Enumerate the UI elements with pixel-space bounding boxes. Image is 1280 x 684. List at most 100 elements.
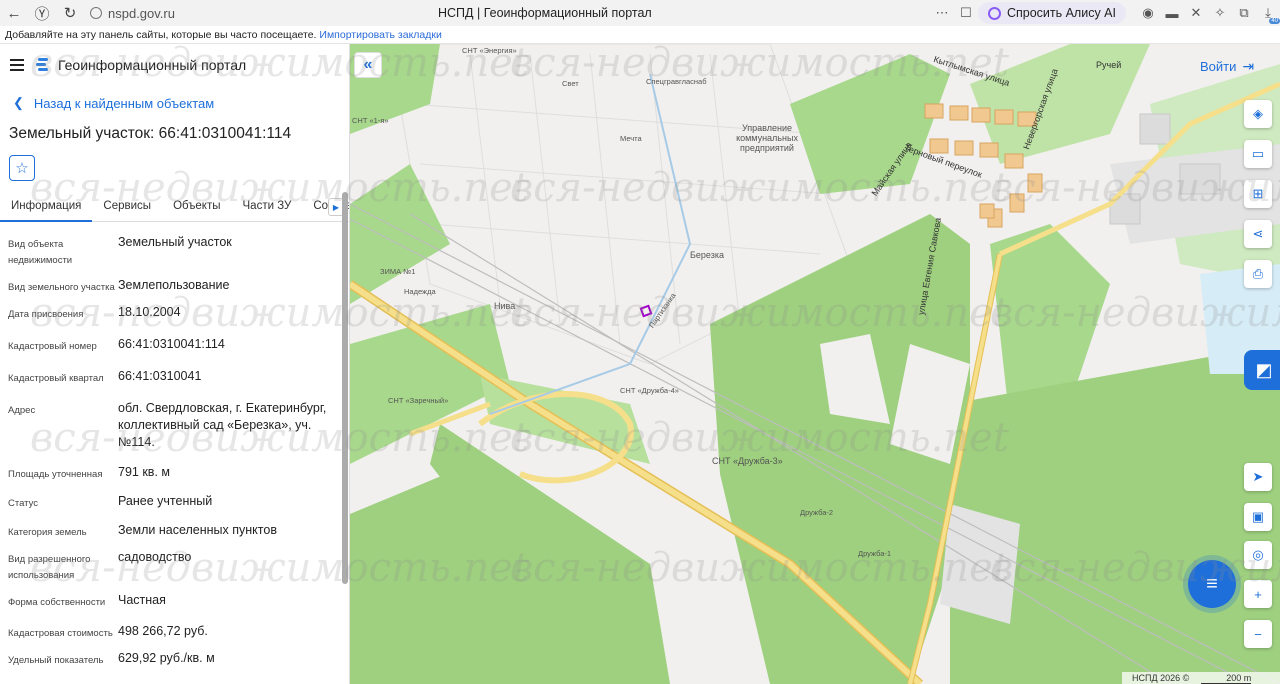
menu-icon[interactable] [10, 59, 24, 71]
property-value: 66:41:0310041:114 [118, 337, 225, 351]
back-arrow-icon[interactable]: ← [0, 0, 28, 26]
property-value: Землепользование [118, 278, 230, 292]
bookmarks-bar: Добавляйте на эту панель сайты, которые … [0, 26, 1280, 44]
property-key: Статус [8, 498, 39, 509]
zoom-out-button[interactable]: − [1244, 620, 1272, 648]
tab-title: НСПД | Геоинформационный портал [438, 6, 652, 20]
property-row: Кадастровая стоимость 498 266,72 руб. [0, 623, 338, 642]
property-row: Вид разрешенного использования садоводств… [0, 549, 338, 584]
geolocation-icon[interactable]: ➤ [1244, 463, 1272, 491]
print-icon[interactable]: ⎙ [1244, 260, 1272, 288]
search-location-icon[interactable]: ◎ [1244, 541, 1272, 569]
property-key: Кадастровая стоимость [8, 628, 113, 639]
map-label-snt-druzhba4: СНТ «Дружба-4» [620, 386, 679, 395]
collections-icon[interactable]: ⧉ [1232, 0, 1256, 26]
map-label-snt-druzhba3: СНТ «Дружба-3» [712, 456, 783, 466]
property-row: Кадастровый квартал 66:41:0310041 [0, 368, 338, 387]
map-label-berezka: Березка [690, 250, 724, 260]
property-row: Адрес обл. Свердловская, г. Екатеринбург,… [0, 400, 338, 451]
shield-extension-icon[interactable]: ▬ [1160, 0, 1184, 26]
property-row: Дата присвоения 18.10.2004 [0, 304, 338, 323]
chevron-left-icon: ❮ [13, 95, 24, 110]
property-key: Кадастровый номер [8, 341, 97, 352]
map-label-zima: ЗИМА №1 [380, 267, 416, 276]
map-label-specgrav: Спецгравгласнаб [646, 77, 707, 86]
property-row: Площадь уточненная 791 кв. м [0, 464, 338, 483]
back-label: Назад к найденным объектам [33, 95, 215, 111]
yandex-icon[interactable]: Ⓨ [28, 0, 56, 26]
property-row: Вид объекта недвижимости Земельный участо… [0, 234, 338, 269]
layers-icon[interactable]: ◈ [1244, 100, 1272, 128]
object-tabs: Информация Сервисы Объекты Части ЗУ Сост… [0, 192, 349, 222]
ruler-icon[interactable]: ▭ [1244, 140, 1272, 168]
collapse-panel-button[interactable]: « [354, 52, 382, 78]
property-key: Вид земельного участка [8, 282, 115, 293]
property-value: 629,92 руб./кв. м [118, 651, 215, 665]
panel-header: Геоинформационный портал [0, 44, 349, 86]
property-key: Площадь уточненная [8, 469, 103, 480]
tab-services[interactable]: Сервисы [92, 192, 162, 222]
chat-icon[interactable]: ≡ [1188, 560, 1236, 608]
address-text: nspd.gov.ru [108, 5, 175, 21]
share-icon[interactable]: ⋖ [1244, 220, 1272, 248]
property-key: Вид разрешенного использования [8, 554, 91, 581]
property-value: Частная [118, 593, 166, 607]
property-value: Земли населенных пунктов [118, 523, 277, 537]
browser-toolbar: ← Ⓨ ↻ nspd.gov.ru НСПД | Геоинформационн… [0, 0, 1280, 26]
map-attribution: НСПД 2026 © 200 m [1122, 672, 1280, 684]
property-key: Дата присвоения [8, 309, 84, 320]
downloads-badge: 40 [1269, 18, 1280, 24]
property-row: Кадастровый номер 66:41:0310041:114 [0, 336, 338, 355]
map-label-snt1: СНТ «1-я» [352, 116, 389, 125]
login-button[interactable]: Войти ⇥ [1200, 58, 1254, 75]
map-label-snt-zarechny: СНТ «Заречный» [388, 396, 449, 405]
address-bar[interactable]: nspd.gov.ru [90, 6, 410, 21]
alice-icon [987, 6, 1001, 20]
downloads-icon[interactable]: ⤓ 40 [1256, 0, 1280, 26]
scale-bar: 200 m [1201, 673, 1252, 684]
property-key: Вид объекта недвижимости [8, 239, 73, 266]
cadastral-tool-icon[interactable]: ◩ [1244, 350, 1280, 390]
favorite-star-icon[interactable]: ☆ [9, 155, 35, 181]
browser-right-tools: ⋯ ☐ Спросить Алису AI ◉ ▬ ✕ ✧ ⧉ ⤓ 40 [930, 0, 1280, 26]
login-icon: ⇥ [1242, 58, 1255, 74]
property-row: Удельный показатель 629,92 руб./кв. м [0, 650, 338, 669]
property-value: Земельный участок [118, 235, 232, 249]
qr-scan-icon[interactable]: ⊞ [1244, 180, 1272, 208]
puzzle-icon[interactable]: ✧ [1208, 0, 1232, 26]
reload-icon[interactable]: ↻ [56, 0, 84, 26]
tab-info[interactable]: Информация [0, 192, 93, 222]
alice-button[interactable]: Спросить Алису AI [977, 2, 1126, 24]
tab-objects[interactable]: Объекты [162, 192, 231, 222]
property-key: Адрес [8, 405, 36, 416]
property-value: Ранее учтенный [118, 494, 213, 508]
map-label-upravlenie: Управление коммунальных предприятий [736, 123, 798, 153]
portal-title[interactable]: Геоинформационный портал [58, 57, 246, 73]
map-label-mechta: Мечта [620, 134, 642, 143]
extension-icon[interactable]: ◉ [1136, 0, 1160, 26]
property-value: обл. Свердловская, г. Екатеринбург, колл… [118, 401, 327, 449]
map-label-svet: Свет [562, 79, 579, 88]
property-row: Вид земельного участка Землепользование [0, 277, 338, 296]
bookmarks-hint: Добавляйте на эту панель сайты, которые … [5, 29, 317, 41]
back-to-results-link[interactable]: ❮ Назад к найденным объектам [0, 86, 349, 120]
property-key: Форма собственности [8, 597, 106, 608]
bookmark-icon[interactable]: ☐ [954, 0, 978, 26]
property-key: Кадастровый квартал [8, 373, 104, 384]
map-label-ruchei: Ручей [1096, 60, 1122, 70]
zoom-in-button[interactable]: + [1244, 580, 1272, 608]
more-icon[interactable]: ⋯ [930, 0, 954, 26]
panel-scrollbar[interactable] [342, 192, 348, 584]
property-value: 66:41:0310041 [118, 369, 202, 383]
tab-parts[interactable]: Части ЗУ [232, 192, 303, 222]
object-title: Земельный участок: 66:41:0310041:114 [9, 125, 292, 142]
map-canvas[interactable]: СНТ «Энергия» Свет Спецгравгласнаб Мечта… [350, 44, 1280, 684]
property-value: 18.10.2004 [118, 305, 181, 319]
minimap-icon[interactable]: ▣ [1244, 503, 1272, 531]
import-bookmarks-link[interactable]: Импортировать закладки [319, 29, 441, 41]
tools-icon[interactable]: ✕ [1184, 0, 1208, 26]
site-security-icon[interactable] [90, 7, 102, 19]
property-value: 791 кв. м [118, 465, 170, 479]
login-label: Войти [1200, 59, 1237, 74]
map-graphics [350, 44, 1280, 684]
